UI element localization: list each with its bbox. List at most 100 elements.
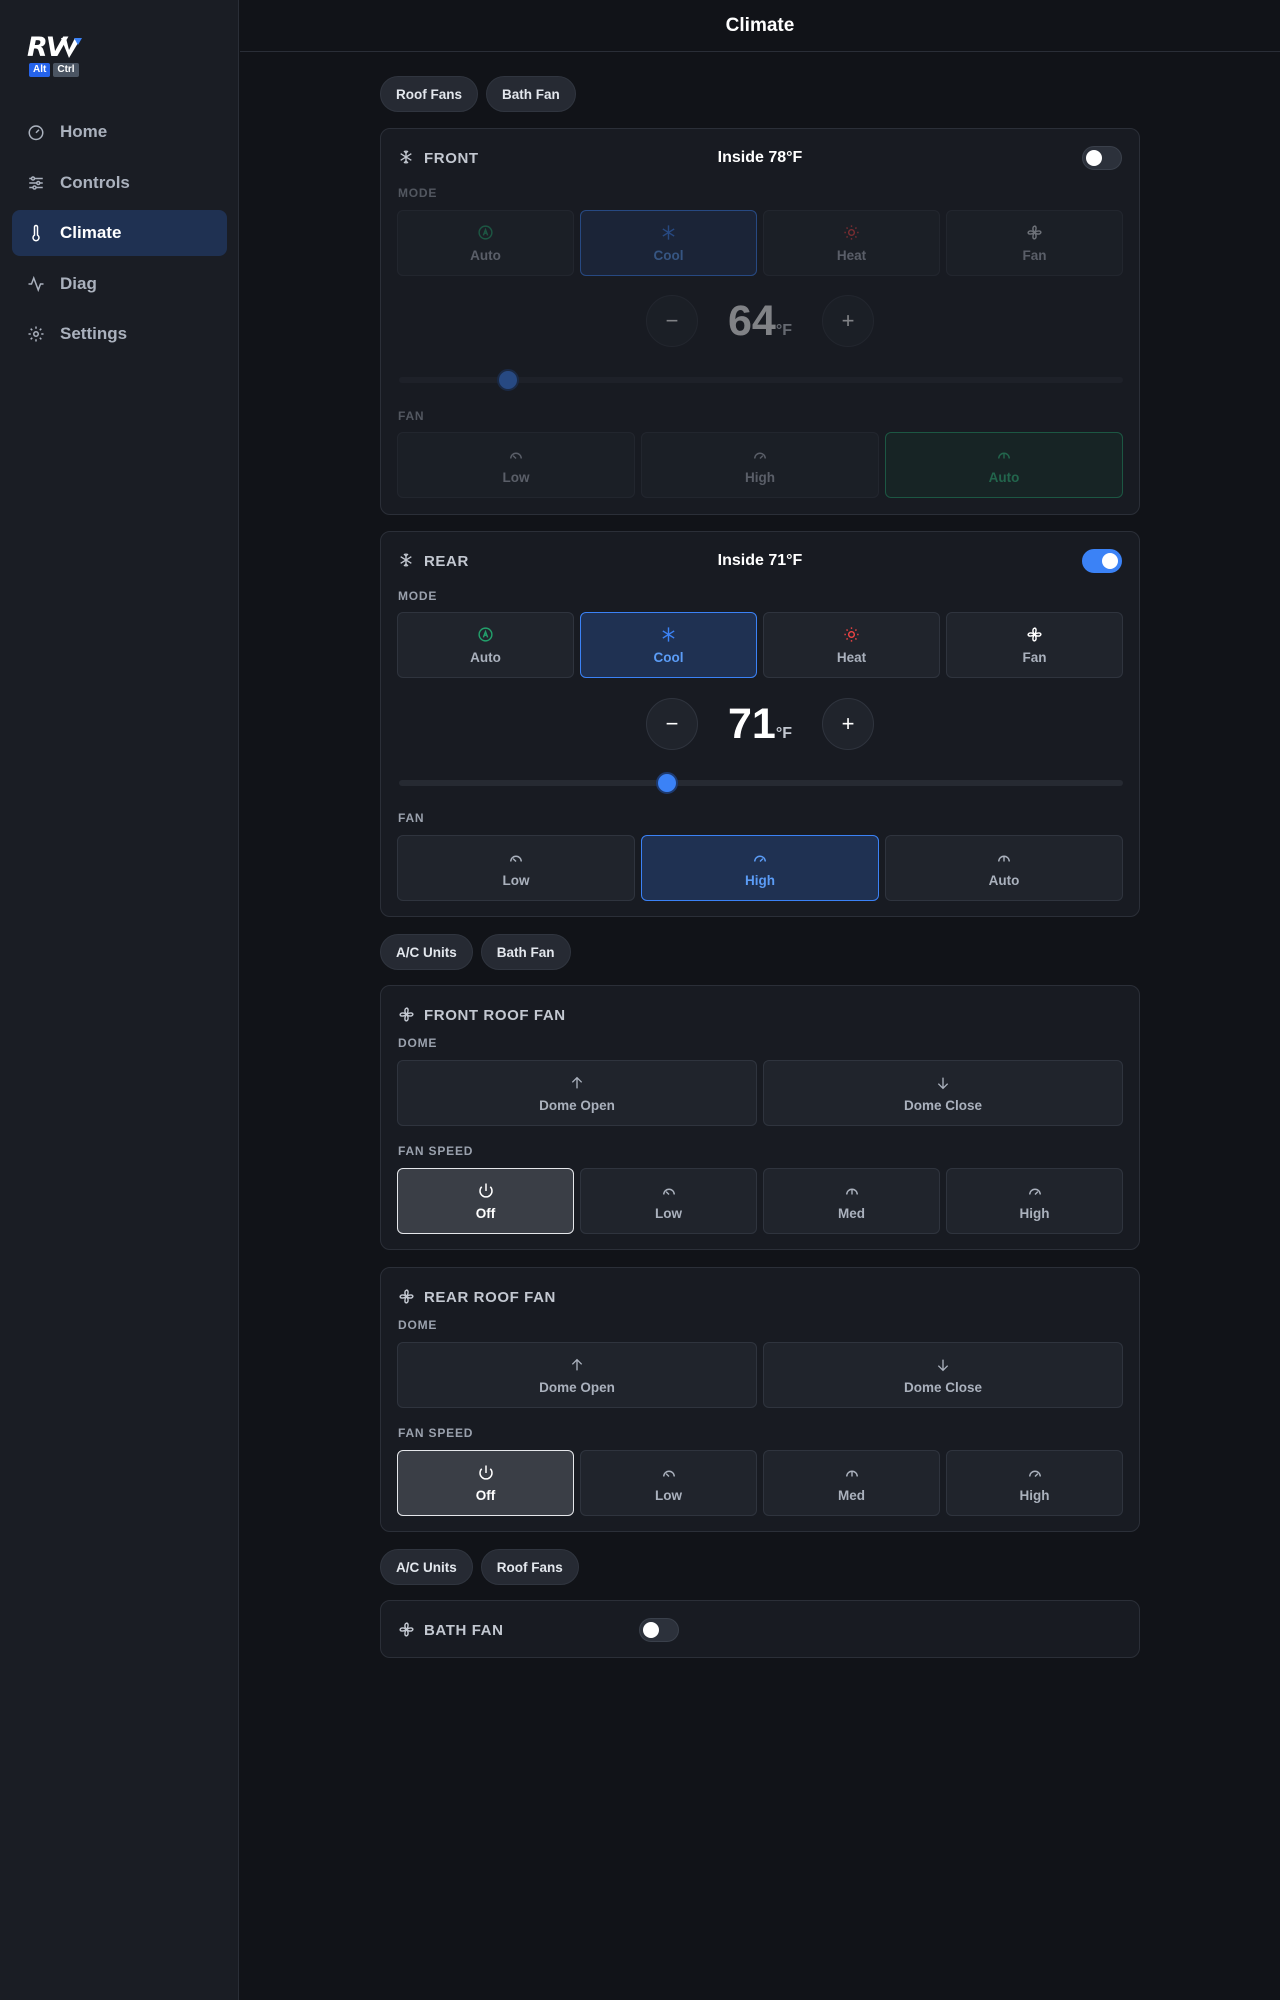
rear-fan-row: Low High Auto [397,835,1123,901]
rear-mode-row: Auto Cool Heat Fan [397,612,1123,678]
setpoint-value: 64 [727,296,776,345]
mode-fan-button[interactable]: Fan [946,612,1123,678]
fan-low-button[interactable]: Low [397,432,635,498]
mode-heat-button[interactable]: Heat [763,612,940,678]
mode-label-text: Auto [470,247,501,263]
mode-cool-button[interactable]: Cool [580,612,757,678]
fan-auto-button[interactable]: Auto [885,835,1123,901]
dome-label: DOME [398,1318,438,1332]
gauge-high-icon [751,849,769,867]
increase-temp-button[interactable]: + [822,698,874,750]
decrease-temp-button[interactable]: − [646,295,698,347]
dome-open-label: Dome Open [539,1379,615,1395]
sidebar-item-diag[interactable]: Diag [12,261,227,307]
gauge-low-icon [660,1464,678,1482]
speed-low-button[interactable]: Low [580,1450,757,1516]
fan-label: FAN [398,811,425,825]
speed-label-text: High [1019,1205,1050,1221]
fan-high-button[interactable]: High [641,835,879,901]
speed-label-text: Low [655,1487,682,1503]
slider-thumb[interactable] [655,772,678,794]
decrease-temp-button[interactable]: − [646,698,698,750]
rear-ac-power-toggle[interactable] [1082,549,1122,573]
fan-speed-label: FAN SPEED [398,1144,474,1158]
mode-label: MODE [398,589,438,603]
rear-setpoint: − 71°F + [381,698,1139,750]
rear-roof-fan-card: REAR ROOF FAN DOME Dome Open Dome Close … [380,1267,1140,1532]
mode-heat-button[interactable]: Heat [763,210,940,276]
speed-med-button[interactable]: Med [763,1450,940,1516]
dome-close-label: Dome Close [903,1097,983,1113]
dome-open-button[interactable]: Dome Open [397,1060,757,1126]
toggle-knob [1086,150,1102,166]
inside-temperature: Inside 71°F [717,552,803,569]
fan-auto-button[interactable]: Auto [885,432,1123,498]
rear-roof-fan-title: REAR ROOF FAN [398,1288,556,1306]
mode-fan-button[interactable]: Fan [946,210,1123,276]
inside-temperature: Inside 78°F [717,149,803,166]
front-dome-row: Dome Open Dome Close [397,1060,1123,1126]
speed-high-button[interactable]: High [946,1450,1123,1516]
gauge-auto-icon [995,849,1013,867]
speed-med-button[interactable]: Med [763,1168,940,1234]
gauge-med-icon [843,1182,861,1200]
jump-bath-fan-pill[interactable]: Bath Fan [486,76,576,112]
bath-fan-power-toggle[interactable] [639,1618,679,1642]
sidebar-item-home[interactable]: Home [12,109,227,155]
sidebar-item-label: Settings [60,324,128,343]
mode-auto-button[interactable]: Auto [397,210,574,276]
logo-slash-icon [61,38,82,58]
gear-icon [27,325,45,343]
jump-ac-units-pill[interactable]: A/C Units [380,1549,473,1585]
page-header: Climate [240,0,1280,52]
speed-label-text: Low [655,1205,682,1221]
mode-label-text: Auto [470,649,501,665]
sidebar-item-climate[interactable]: Climate [12,210,227,256]
jump-bath-fan-pill[interactable]: Bath Fan [480,934,571,970]
fan-low-button[interactable]: Low [397,835,635,901]
front-ac-power-toggle[interactable] [1082,146,1122,170]
logo-badge-alt: Alt [29,63,51,77]
setpoint-unit: °F [775,724,792,742]
fan-icon [1026,224,1044,242]
mode-label-text: Cool [653,247,684,263]
front-setpoint: − 64°F + [381,295,1139,347]
sidebar-item-label: Controls [60,172,130,192]
setpoint-unit: °F [775,321,792,339]
fan-speed-label: FAN SPEED [398,1426,474,1440]
jump-ac-units-pill[interactable]: A/C Units [380,934,473,970]
toggle-knob [1102,553,1118,569]
setpoint-display: 71°F [698,700,822,749]
power-icon [477,1182,495,1200]
app-logo[interactable]: RV Alt Ctrl [27,34,87,80]
speed-low-button[interactable]: Low [580,1168,757,1234]
jump-roof-fans-pill[interactable]: Roof Fans [380,76,478,112]
rear-temp-slider[interactable] [399,772,1123,794]
activity-icon [27,275,45,293]
fan-label-text: Auto [988,872,1020,888]
front-temp-slider[interactable] [399,369,1123,391]
snowflake-icon [660,224,678,242]
mode-cool-button[interactable]: Cool [580,210,757,276]
speed-off-button[interactable]: Off [397,1450,574,1516]
dome-label: DOME [398,1036,438,1050]
fan-name: BATH FAN [424,1621,504,1639]
arrow-up-icon [568,1356,586,1374]
speed-label-text: Off [475,1487,496,1503]
front-ac-card: FRONT Inside 78°F MODE Auto Cool Heat Fa… [380,128,1140,515]
speed-high-button[interactable]: High [946,1168,1123,1234]
sidebar-item-settings[interactable]: Settings [12,311,227,357]
fan-icon [398,1006,416,1024]
logo-badge-ctrl: Ctrl [53,63,79,77]
dome-close-button[interactable]: Dome Close [763,1342,1123,1408]
fan-high-button[interactable]: High [641,432,879,498]
thermometer-icon [27,224,45,242]
increase-temp-button[interactable]: + [822,295,874,347]
jump-roof-fans-pill[interactable]: Roof Fans [480,1549,579,1585]
mode-auto-button[interactable]: Auto [397,612,574,678]
sidebar-item-controls[interactable]: Controls [12,160,227,206]
dome-close-button[interactable]: Dome Close [763,1060,1123,1126]
dome-open-button[interactable]: Dome Open [397,1342,757,1408]
slider-thumb[interactable] [496,369,519,391]
speed-off-button[interactable]: Off [397,1168,574,1234]
